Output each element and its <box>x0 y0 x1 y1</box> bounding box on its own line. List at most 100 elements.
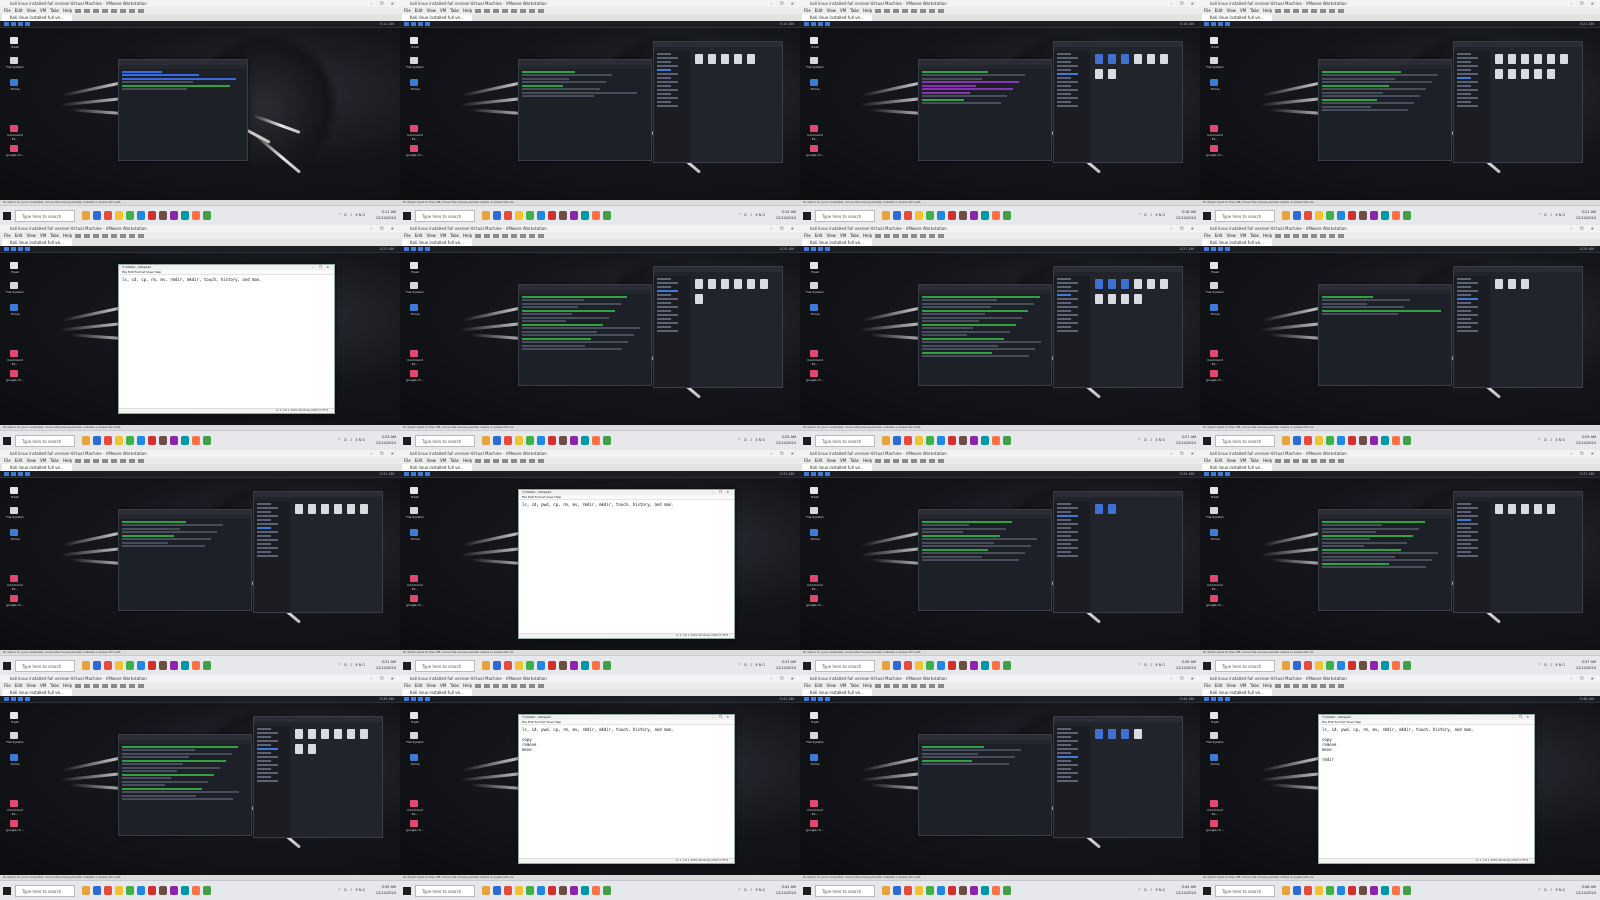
toolbar-icon[interactable] <box>1275 459 1282 463</box>
desktop-icon[interactable] <box>410 754 418 761</box>
menu-item-vm[interactable]: VM <box>840 233 846 238</box>
taskbar-app-icon[interactable] <box>581 886 589 895</box>
taskbar-app-icon[interactable] <box>1293 211 1301 220</box>
taskbar-search[interactable]: Type here to search <box>1215 210 1275 222</box>
menu-item-vm[interactable]: VM <box>1240 233 1246 238</box>
taskbar-app-icon[interactable] <box>1381 211 1389 220</box>
taskbar-app-icon[interactable] <box>1359 661 1367 670</box>
sidebar-place[interactable] <box>1057 531 1078 533</box>
panel-icon[interactable] <box>1204 697 1209 701</box>
sidebar-place[interactable] <box>1457 326 1471 328</box>
taskbar-app-icon[interactable] <box>203 661 211 670</box>
sidebar-place[interactable] <box>1457 543 1471 545</box>
sidebar-place[interactable] <box>1057 101 1071 103</box>
file-icon[interactable] <box>694 279 703 289</box>
panel-icon[interactable] <box>4 247 9 251</box>
taskbar-app-icon[interactable] <box>170 211 178 220</box>
panel-icon[interactable] <box>811 472 816 476</box>
vm-tab[interactable]: Kali linux installed full ve... <box>802 689 872 696</box>
desktop-icon[interactable] <box>410 57 418 64</box>
taskbar-app-icon[interactable] <box>603 211 611 220</box>
menu-item-view[interactable]: View <box>26 683 36 688</box>
file-icon[interactable] <box>359 729 368 739</box>
menu-item-view[interactable]: View <box>826 683 836 688</box>
taskbar-search[interactable]: Type here to search <box>1215 885 1275 897</box>
taskbar-app-icon[interactable] <box>1003 211 1011 220</box>
toolbar-icon[interactable] <box>102 684 109 688</box>
desktop-icon[interactable] <box>1210 732 1218 739</box>
sidebar-place[interactable] <box>1457 85 1471 87</box>
sidebar-place[interactable] <box>257 515 278 517</box>
sidebar-place[interactable] <box>657 81 678 83</box>
sidebar-place[interactable] <box>257 551 271 553</box>
taskbar-app-icon[interactable] <box>1315 886 1323 895</box>
toolbar-icon[interactable] <box>538 459 545 463</box>
sidebar-place[interactable] <box>1057 61 1071 63</box>
vm-tab[interactable]: Kali linux installed full ve... <box>402 689 472 696</box>
system-tray[interactable]: ^ ⊡ ♪ ENG <box>1138 438 1166 442</box>
toolbar-icon[interactable] <box>129 9 136 13</box>
taskbar-app-icon[interactable] <box>170 661 178 670</box>
taskbar-app-icon[interactable] <box>170 436 178 445</box>
taskbar-app-icon[interactable] <box>948 436 956 445</box>
file-icon[interactable] <box>1146 279 1155 289</box>
sidebar-place[interactable] <box>1057 732 1078 734</box>
taskbar-app-icon[interactable] <box>592 886 600 895</box>
menu-item-vm[interactable]: VM <box>1240 8 1246 13</box>
windows-start-icon[interactable] <box>403 887 411 895</box>
toolbar-icon[interactable] <box>1293 459 1300 463</box>
menu-item-tabs[interactable]: Tabs <box>1250 683 1259 688</box>
panel-icon[interactable] <box>1204 247 1209 251</box>
sidebar-place[interactable] <box>657 69 671 71</box>
file-icon[interactable] <box>333 504 342 514</box>
panel-icon[interactable] <box>11 247 16 251</box>
toolbar-icon[interactable] <box>1284 234 1291 238</box>
sidebar-place[interactable] <box>257 776 271 778</box>
file-icon[interactable] <box>1494 69 1503 79</box>
toolbar-icon[interactable] <box>938 9 945 13</box>
taskbar-app-icon[interactable] <box>104 661 112 670</box>
sidebar-place[interactable] <box>657 298 678 300</box>
taskbar-app-icon[interactable] <box>1293 436 1301 445</box>
menu-item-edit[interactable]: Edit <box>415 458 423 463</box>
toolbar-icon[interactable] <box>111 234 118 238</box>
panel-icon[interactable] <box>404 22 409 26</box>
menu-item-file[interactable]: File <box>4 683 11 688</box>
toolbar-icon[interactable] <box>502 684 509 688</box>
taskbar-app-icon[interactable] <box>1370 886 1378 895</box>
sidebar-place[interactable] <box>257 527 271 529</box>
terminal-window[interactable] <box>918 59 1052 161</box>
desktop-icon[interactable] <box>1210 575 1218 582</box>
sidebar-place[interactable] <box>1457 294 1471 296</box>
system-tray[interactable]: ^ ⊡ ♪ ENG <box>1538 213 1566 217</box>
menu-item-edit[interactable]: Edit <box>1215 683 1223 688</box>
vm-tab[interactable]: Kali linux installed full ve... <box>402 464 472 471</box>
file-icon[interactable] <box>720 279 729 289</box>
toolbar-icon[interactable] <box>120 234 127 238</box>
desktop-icon[interactable] <box>810 529 818 536</box>
sidebar-place[interactable] <box>1057 547 1078 549</box>
toolbar-icon[interactable] <box>84 684 91 688</box>
file-icon[interactable] <box>1133 279 1142 289</box>
desktop-icon[interactable] <box>810 754 818 761</box>
panel-icon[interactable] <box>1211 472 1216 476</box>
taskbar-app-icon[interactable] <box>1381 436 1389 445</box>
sidebar-place[interactable] <box>657 310 671 312</box>
menu-item-tabs[interactable]: Tabs <box>50 8 59 13</box>
taskbar-app-icon[interactable] <box>1348 436 1356 445</box>
menu-item-file[interactable]: File <box>404 683 411 688</box>
menu-item-edit[interactable]: Edit <box>815 458 823 463</box>
sidebar-place[interactable] <box>1457 539 1478 541</box>
toolbar-icon[interactable] <box>938 459 945 463</box>
menu-item-edit[interactable]: Edit <box>1215 458 1223 463</box>
toolbar-icon[interactable] <box>102 234 109 238</box>
sidebar-place[interactable] <box>1057 294 1071 296</box>
panel-icon[interactable] <box>1211 22 1216 26</box>
panel-icon[interactable] <box>25 697 30 701</box>
toolbar-icon[interactable] <box>538 9 545 13</box>
taskbar-app-icon[interactable] <box>893 211 901 220</box>
panel-icon[interactable] <box>25 247 30 251</box>
vm-tab[interactable]: Kali linux installed full ve... <box>2 689 72 696</box>
toolbar-icon[interactable] <box>1293 234 1300 238</box>
toolbar-icon[interactable] <box>1338 234 1345 238</box>
